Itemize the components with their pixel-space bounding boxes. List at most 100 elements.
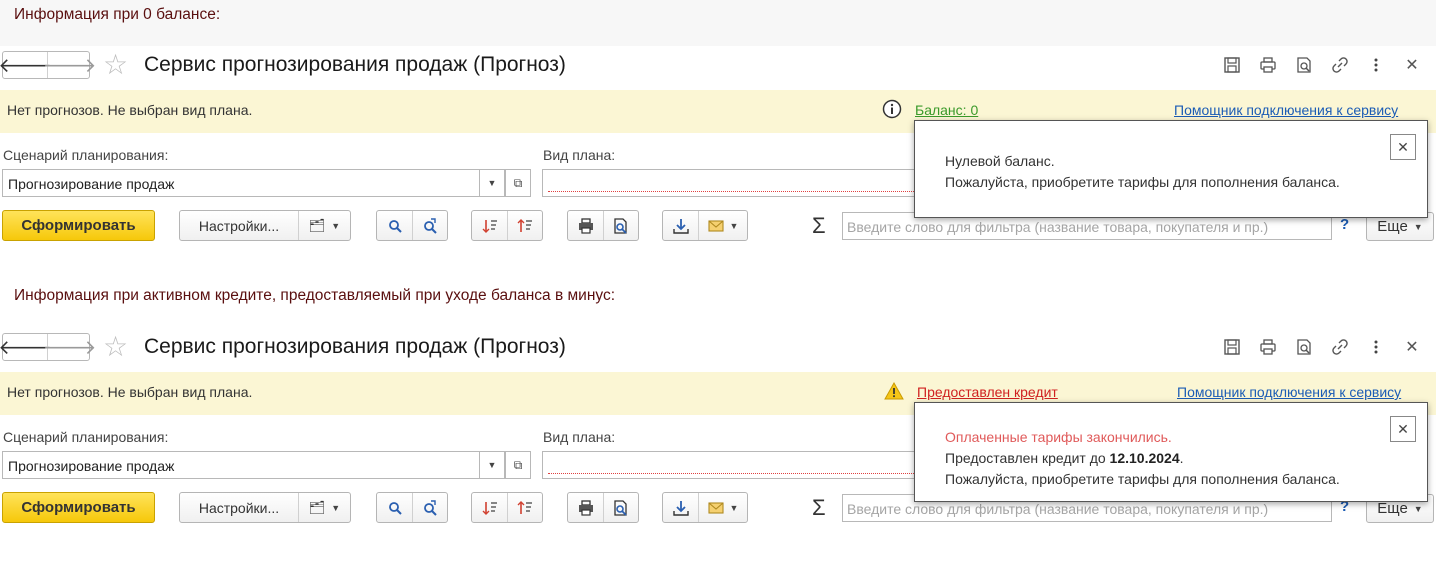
print-icon[interactable] — [1250, 52, 1286, 78]
settings-group: Настройки... 🗂 ▼ — [179, 492, 351, 523]
preview-icon[interactable] — [1286, 334, 1322, 360]
link-icon[interactable] — [1322, 52, 1358, 78]
preview-icon — [614, 499, 627, 516]
chevron-down-icon: ▼ — [729, 502, 739, 513]
window-title: Сервис прогнозирования продаж (Прогноз) — [144, 53, 566, 76]
sort-desc-button[interactable] — [472, 493, 507, 522]
variants-dropdown[interactable]: 🗂 ▼ — [298, 493, 350, 522]
print-icon[interactable] — [1250, 334, 1286, 360]
scenario-dropdown-icon[interactable]: ▼ — [479, 169, 505, 197]
scenario-dropdown-icon[interactable]: ▼ — [479, 451, 505, 479]
save-icon[interactable] — [1214, 52, 1250, 78]
sum-icon[interactable]: Σ — [812, 213, 826, 239]
scenario-field[interactable]: Прогнозирование продаж — [2, 451, 480, 479]
sum-icon[interactable]: Σ — [812, 495, 826, 521]
print-group — [567, 210, 639, 241]
search-group — [376, 492, 448, 523]
generate-button[interactable]: Сформировать — [2, 210, 155, 241]
chevron-down-icon: ▼ — [1413, 503, 1423, 514]
preview-icon — [614, 217, 627, 234]
back-button[interactable]: 🡐 — [0, 334, 52, 360]
sort-asc-button[interactable] — [507, 493, 542, 522]
download-button[interactable] — [663, 493, 698, 522]
popup-line-status: Нулевой баланс. — [945, 153, 1055, 169]
assistant-link[interactable]: Помощник подключения к сервису — [1174, 102, 1398, 118]
more-label: Еще — [1377, 500, 1408, 517]
assistant-link[interactable]: Помощник подключения к сервису — [1177, 384, 1401, 400]
variants-dropdown[interactable]: 🗂 ▼ — [298, 211, 350, 240]
popup-status-text: Нулевой баланс. — [945, 153, 1055, 169]
more-menu-icon[interactable] — [1358, 52, 1394, 78]
download-icon — [672, 500, 689, 516]
filter-placeholder: Введите слово для фильтра (название това… — [847, 219, 1269, 235]
close-icon[interactable]: ✕ — [1394, 52, 1430, 78]
favorite-star-icon[interactable]: ☆ — [103, 330, 128, 363]
plan-field[interactable] — [542, 451, 922, 479]
find-button[interactable] — [377, 211, 412, 240]
export-group: ▼ — [662, 210, 748, 241]
chevron-down-icon: ▼ — [331, 502, 341, 513]
scenario-field[interactable]: Прогнозирование продаж — [2, 169, 480, 197]
sort-desc-icon — [482, 501, 497, 515]
print-group — [567, 492, 639, 523]
popup-line-purchase: Пожалуйста, приобретите тарифы для попол… — [945, 471, 1340, 487]
back-button[interactable]: 🡐 — [0, 52, 52, 78]
save-icon[interactable] — [1214, 334, 1250, 360]
generate-button[interactable]: Сформировать — [2, 492, 155, 523]
print-preview-button[interactable] — [603, 493, 638, 522]
search-icon — [388, 219, 402, 233]
print-preview-button[interactable] — [603, 211, 638, 240]
preview-icon[interactable] — [1286, 52, 1322, 78]
sort-desc-button[interactable] — [472, 211, 507, 240]
download-button[interactable] — [663, 211, 698, 240]
status-link[interactable]: Предоставлен кредит — [917, 384, 1058, 400]
sort-group — [471, 492, 543, 523]
forward-button[interactable]: 🡒 — [43, 334, 96, 360]
find-next-button[interactable] — [412, 211, 447, 240]
scenario-open-icon[interactable]: ⧉ — [505, 169, 531, 197]
required-underline — [548, 191, 916, 192]
print-button[interactable] — [568, 493, 603, 522]
info-text: Нет прогнозов. Не выбран вид плана. — [7, 384, 253, 400]
link-icon[interactable] — [1322, 334, 1358, 360]
chevron-down-icon: ▼ — [331, 220, 341, 231]
history-nav: 🡐 🡒 — [0, 51, 96, 79]
popup-line-purchase: Пожалуйста, приобретите тарифы для попол… — [945, 174, 1340, 190]
scenario-open-icon[interactable]: ⧉ — [505, 451, 531, 479]
info-icon — [882, 99, 902, 124]
plan-field[interactable] — [542, 169, 922, 197]
help-button[interactable]: ? — [1340, 216, 1349, 233]
filter-placeholder: Введите слово для фильтра (название това… — [847, 501, 1269, 517]
popup-line-tariffs-ended: Оплаченные тарифы закончились. — [945, 429, 1172, 445]
close-icon[interactable]: ✕ — [1390, 134, 1416, 160]
send-email-button[interactable]: ▼ — [698, 211, 747, 240]
popup-status-suffix: . — [1179, 450, 1184, 466]
print-button[interactable] — [568, 211, 603, 240]
settings-button[interactable]: Настройки... — [180, 211, 298, 240]
scenario-label: Сценарий планирования: — [3, 147, 169, 163]
sort-asc-button[interactable] — [507, 211, 542, 240]
status-link[interactable]: Баланс: 0 — [915, 102, 978, 118]
find-next-button[interactable] — [412, 493, 447, 522]
more-menu-icon[interactable] — [1358, 334, 1394, 360]
popup-credit-date: 12.10.2024 — [1109, 450, 1180, 466]
settings-group: Настройки... 🗂 ▼ — [179, 210, 351, 241]
history-nav: 🡐 🡒 — [0, 333, 96, 361]
close-icon[interactable]: ✕ — [1394, 334, 1430, 360]
window-actions: ✕ — [1214, 52, 1430, 78]
plan-label: Вид плана: — [543, 147, 616, 163]
find-button[interactable] — [377, 493, 412, 522]
folder-icon: 🗂 — [308, 217, 326, 233]
settings-button[interactable]: Настройки... — [180, 493, 298, 522]
chevron-down-icon: ▼ — [729, 220, 739, 231]
send-email-button[interactable]: ▼ — [698, 493, 747, 522]
search-icon — [388, 501, 402, 515]
printer-icon — [578, 499, 593, 516]
favorite-star-icon[interactable]: ☆ — [103, 48, 128, 81]
required-underline — [548, 473, 916, 474]
balance-popup: ✕ Оплаченные тарифы закончились. Предост… — [914, 402, 1428, 502]
search-next-icon — [424, 217, 437, 234]
forward-button[interactable]: 🡒 — [43, 52, 96, 78]
scenario-value: Прогнозирование продаж — [8, 458, 175, 474]
close-icon[interactable]: ✕ — [1390, 416, 1416, 442]
